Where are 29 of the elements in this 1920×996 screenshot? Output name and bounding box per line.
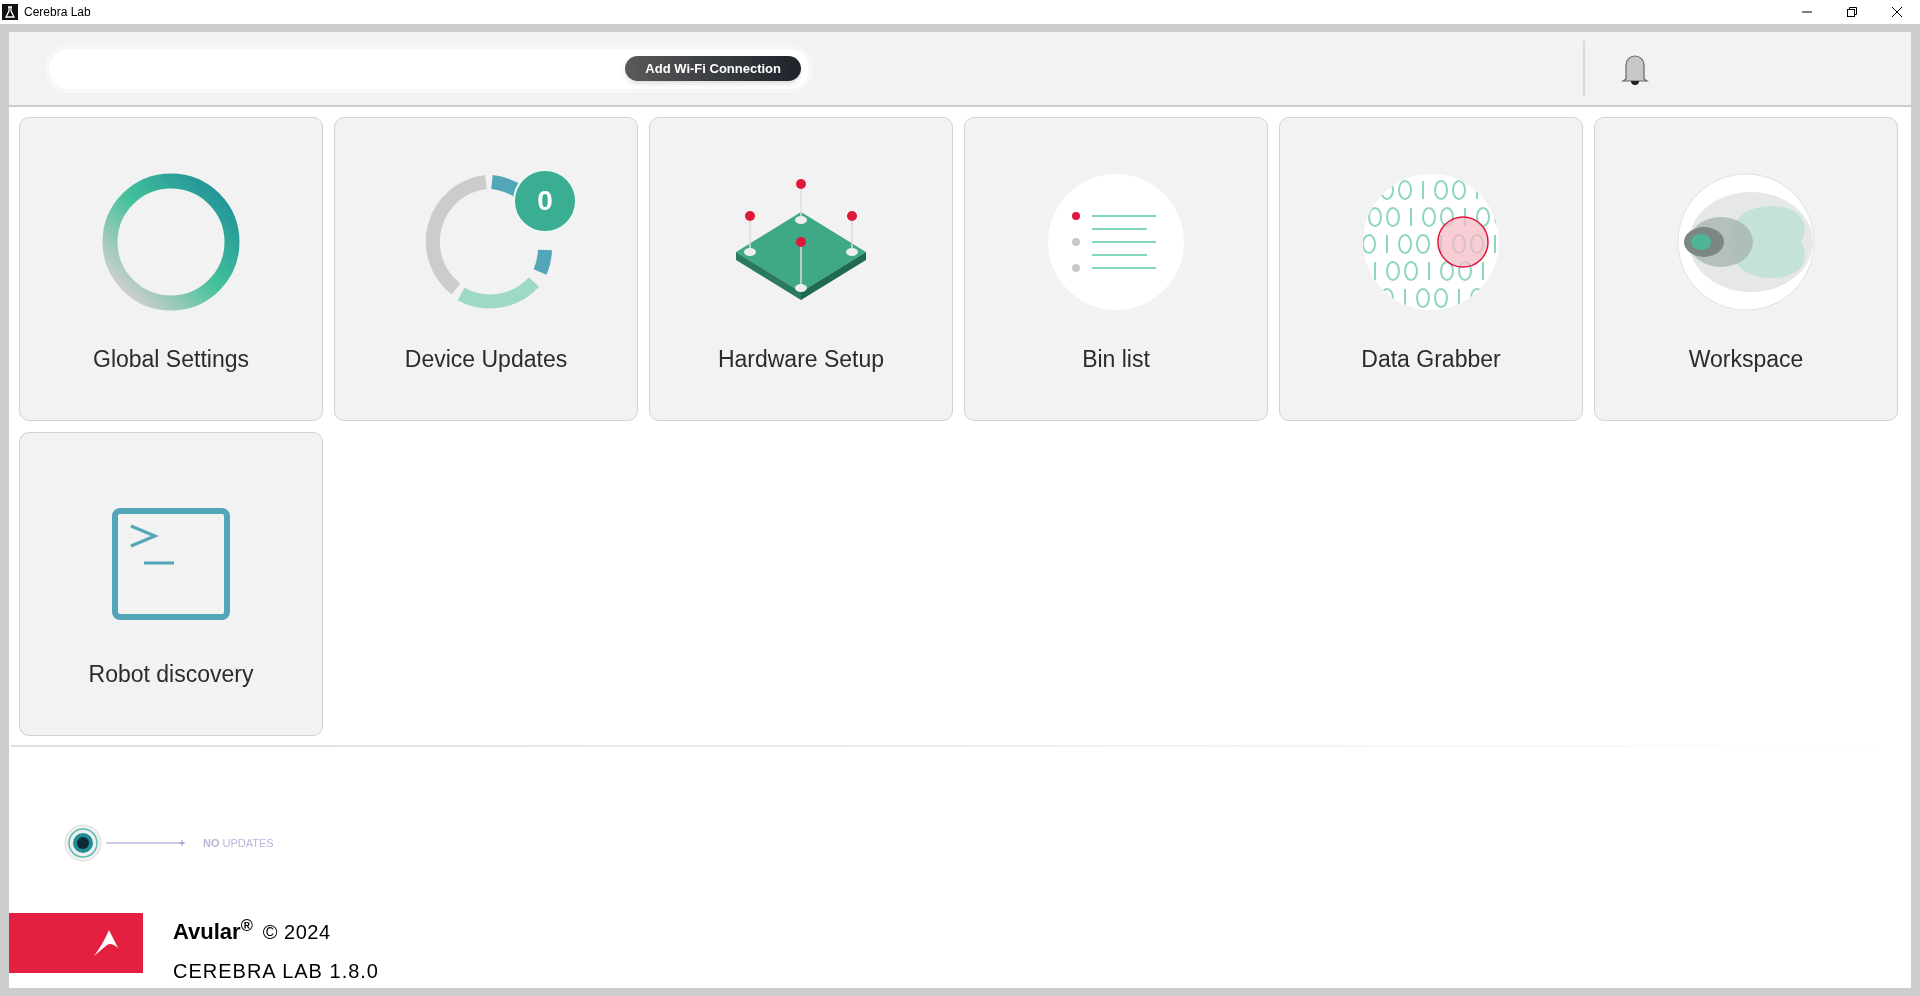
ring-icon: [101, 172, 241, 312]
tile-label: Hardware Setup: [717, 345, 885, 374]
pulse-icon: [64, 824, 102, 862]
app-tile[interactable]: Workspace: [1594, 117, 1898, 421]
version-text: CEREBRA LAB 1.8.0: [173, 959, 379, 984]
app-tile[interactable]: 0 Device Updates: [334, 117, 638, 421]
app-tile[interactable]: Global Settings: [19, 117, 323, 421]
data-icon: [1361, 172, 1501, 312]
tile-label: Device Updates: [404, 345, 568, 374]
bell-icon[interactable]: [1621, 52, 1649, 85]
brand-name: Avular$^{®}$: [173, 915, 253, 946]
app-tile[interactable]: Data Grabber: [1279, 117, 1583, 421]
update-status: NO UPDATES: [203, 835, 274, 851]
tile-label: Global Settings: [93, 345, 249, 374]
layers-icon: [1676, 172, 1816, 312]
copyright-text: © 2024: [262, 920, 331, 945]
window-title: Cerebra Lab: [24, 4, 91, 21]
app-tile[interactable]: Hardware Setup: [649, 117, 953, 421]
tile-label: Workspace: [1688, 345, 1804, 374]
update-count-badge: 0: [513, 169, 577, 233]
list-icon: [1046, 172, 1186, 312]
app-tile[interactable]: Robot discovery: [19, 432, 323, 736]
close-icon[interactable]: [1891, 6, 1903, 18]
tile-label: Bin list: [1082, 345, 1150, 374]
app-tile[interactable]: Bin list: [964, 117, 1268, 421]
tile-label: Data Grabber: [1361, 345, 1501, 374]
add-wifi-button[interactable]: Add Wi-Fi Connection: [625, 56, 801, 81]
restore-icon[interactable]: [1846, 6, 1858, 18]
tile-label: Robot discovery: [88, 660, 254, 689]
